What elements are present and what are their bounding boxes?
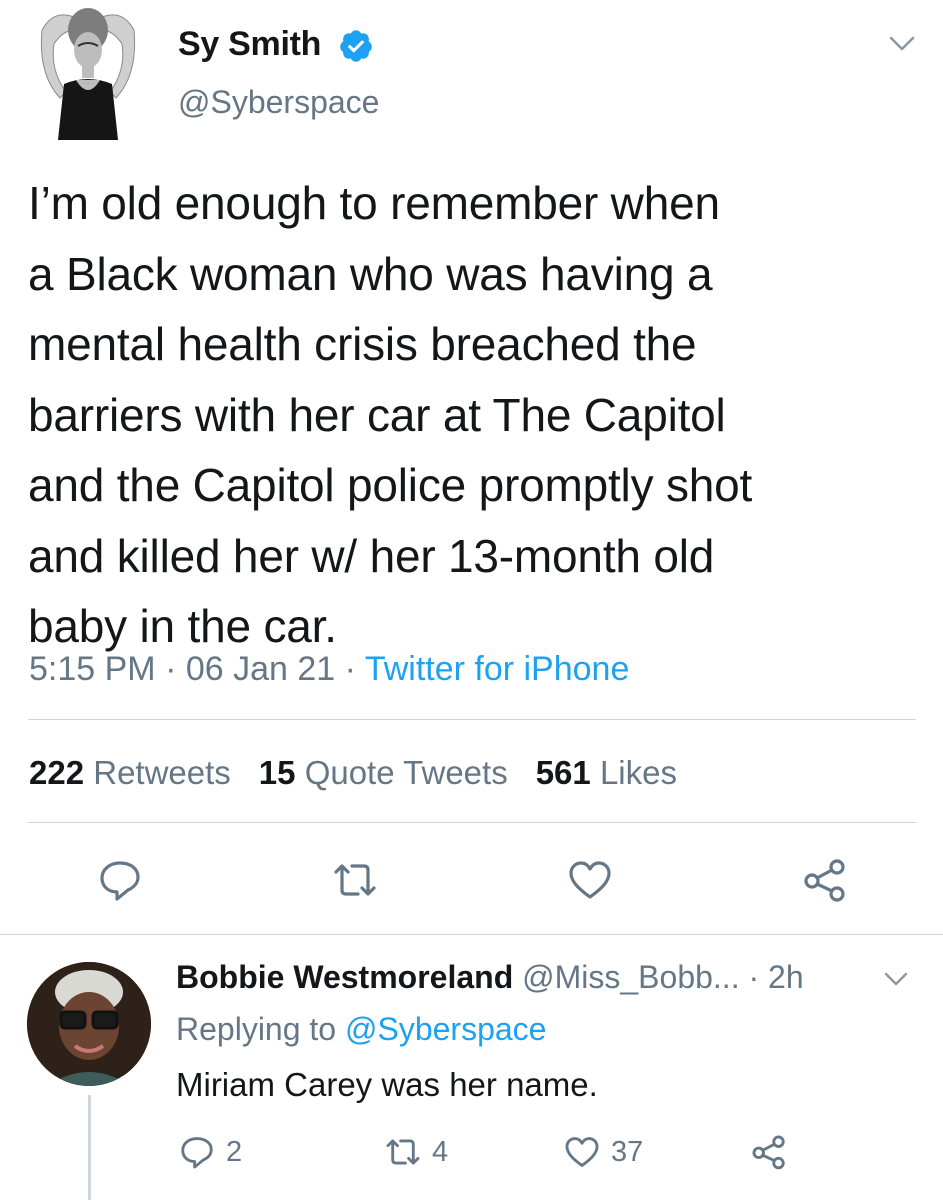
author-avatar[interactable] [14, 0, 162, 140]
reply-avatar[interactable] [27, 962, 151, 1086]
likes-label: Likes [599, 754, 677, 791]
retweets-label: Retweets [93, 754, 231, 791]
like-icon [565, 1137, 599, 1167]
chevron-down-icon[interactable] [883, 966, 909, 992]
author-avatar-image [14, 0, 162, 140]
tweet-stats: 222 Retweets 15 Quote Tweets 561 Likes [29, 749, 677, 797]
chevron-down-icon[interactable] [887, 28, 917, 58]
meta-separator: · [335, 650, 365, 688]
thread-separator [0, 934, 943, 935]
reply-text: Miriam Carey was her name. [176, 1066, 598, 1103]
tweet-source-link[interactable]: Twitter for iPhone [365, 650, 630, 688]
quotes-label: Quote Tweets [304, 754, 508, 791]
thread-line [88, 1095, 91, 1200]
reply-icon[interactable] [96, 856, 144, 904]
likes-count: 561 [535, 754, 591, 791]
retweet-icon[interactable] [331, 856, 379, 904]
tweet-text-line: and killed her w/ her 13-month old [28, 529, 715, 582]
verified-badge-icon [338, 28, 374, 64]
tweet-text-line: mental health crisis breached the [28, 318, 697, 370]
author-name[interactable]: Sy Smith [178, 22, 321, 66]
reply-like-count: 37 [611, 1135, 644, 1168]
tweet-text-line: and the Capitol police promptly shot [28, 459, 753, 511]
retweets-stat[interactable]: 222 Retweets [29, 754, 231, 791]
tweet-time[interactable]: 5:15 PM [29, 650, 156, 688]
tweet-date[interactable]: 06 Jan 21 [186, 650, 335, 688]
reply-like-button[interactable]: 37 [563, 1130, 643, 1174]
reply-reply-button[interactable]: 2 [178, 1130, 242, 1174]
replying-mention-link[interactable]: @Syberspace [345, 1011, 546, 1047]
tweet-text-line: barriers with her car at The Capitol [28, 388, 726, 441]
reply-header: Bobbie Westmoreland @Miss_Bobb... · 2h [176, 954, 804, 1000]
tweet-text-line: a Black woman who was having a [28, 247, 713, 300]
retweets-count: 222 [29, 754, 85, 791]
reply-author-name[interactable]: Bobbie Westmoreland [176, 959, 513, 995]
tweet-text-line: I’m old enough to remember when [28, 177, 720, 229]
share-icon [752, 1135, 785, 1170]
replying-to: Replying to @Syberspace [176, 1006, 546, 1052]
reply-retweet-count: 4 [432, 1135, 449, 1168]
retweet-icon [386, 1139, 420, 1165]
reply-share-button[interactable] [750, 1130, 788, 1174]
reply-avatar-image [27, 962, 151, 1086]
reply-icon [181, 1137, 213, 1169]
tweet-text: I’m old enough to remember when a Black … [28, 168, 928, 662]
tweet-metadata: 5:15 PM · 06 Jan 21 · Twitter for iPhone [29, 644, 629, 694]
share-icon[interactable] [801, 856, 849, 904]
reply-reply-count: 2 [226, 1135, 243, 1168]
meta-separator: · [155, 650, 186, 688]
quotes-count: 15 [258, 754, 296, 791]
quote-tweets-stat[interactable]: 15 Quote Tweets [259, 754, 508, 791]
author-handle[interactable]: @Syberspace [178, 80, 379, 124]
replying-prefix: Replying to [176, 1011, 337, 1047]
reply-author-handle[interactable]: @Miss_Bobb... [522, 959, 739, 995]
divider [28, 822, 916, 823]
divider [28, 719, 916, 720]
reply-time[interactable]: · 2h [748, 959, 803, 995]
like-icon[interactable] [566, 856, 614, 904]
likes-stat[interactable]: 561 Likes [536, 754, 677, 791]
reply-retweet-button[interactable]: 4 [384, 1130, 448, 1174]
